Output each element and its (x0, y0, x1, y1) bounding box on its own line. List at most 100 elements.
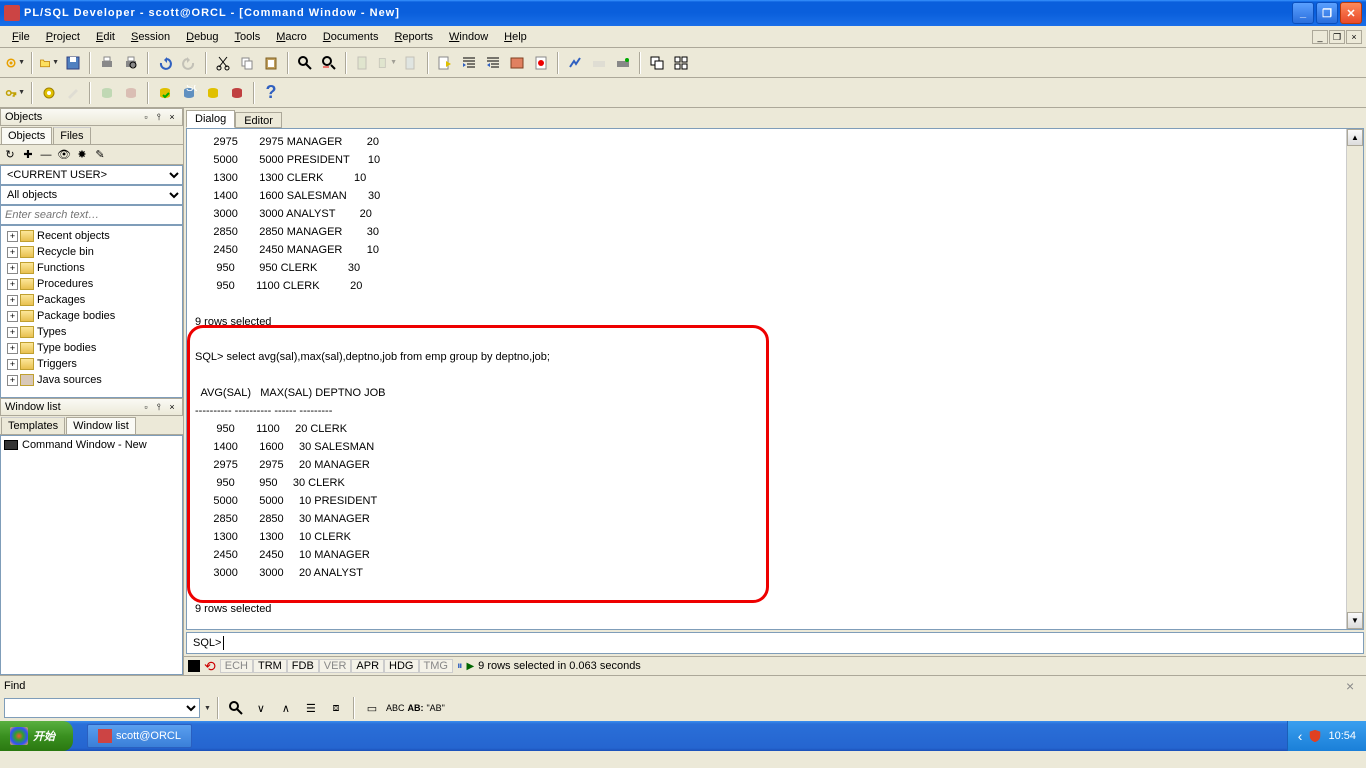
subtab-windowlist[interactable]: Window list (66, 417, 136, 434)
find-list-icon[interactable]: ☰ (300, 697, 322, 719)
findbar-close-icon[interactable]: × (1346, 678, 1362, 694)
new-icon[interactable]: ▼ (4, 52, 26, 74)
open-icon[interactable]: ▼ (38, 52, 60, 74)
tb-btn-g[interactable] (588, 52, 610, 74)
find-combo[interactable] (4, 698, 200, 718)
menu-session[interactable]: Session (123, 29, 178, 45)
sql-input[interactable] (228, 636, 1357, 651)
panel-pin-icon[interactable]: ⫯ (153, 111, 165, 123)
undo-icon[interactable] (154, 52, 176, 74)
cut-icon[interactable] (212, 52, 234, 74)
menu-help[interactable]: Help (496, 29, 535, 45)
tree-item[interactable]: +Java sources (3, 372, 180, 388)
mdi-restore[interactable]: ❐ (1329, 30, 1345, 44)
expand-icon[interactable]: + (7, 343, 18, 354)
minimize-button[interactable]: _ (1292, 2, 1314, 24)
tb-btn-d[interactable] (506, 52, 528, 74)
tree-item[interactable]: +Package bodies (3, 308, 180, 324)
tree-item[interactable]: +Procedures (3, 276, 180, 292)
pause-icon[interactable]: ⏸ (457, 660, 463, 673)
expand-icon[interactable]: + (7, 359, 18, 370)
expand-icon[interactable]: + (7, 311, 18, 322)
maximize-button[interactable]: ❐ (1316, 2, 1338, 24)
expand-icon[interactable]: + (7, 231, 18, 242)
paste-icon[interactable] (260, 52, 282, 74)
menu-documents[interactable]: Documents (315, 29, 387, 45)
taskbar-item[interactable]: scott@ORCL (87, 724, 192, 748)
tb-btn-h[interactable] (612, 52, 634, 74)
help-icon[interactable]: ? (260, 82, 282, 104)
print-icon[interactable] (96, 52, 118, 74)
find-opt1-icon[interactable]: ▭ (361, 697, 383, 719)
find-exec-icon[interactable] (225, 697, 247, 719)
status-flag-tmg[interactable]: TMG (419, 659, 453, 673)
menu-debug[interactable]: Debug (178, 29, 226, 45)
tab-dialog[interactable]: Dialog (186, 110, 235, 128)
tree-item[interactable]: +Recycle bin (3, 244, 180, 260)
copy-icon[interactable] (236, 52, 258, 74)
status-flag-fdb[interactable]: FDB (287, 659, 319, 673)
menu-macro[interactable]: Macro (268, 29, 315, 45)
find-up-icon[interactable]: ∧ (275, 697, 297, 719)
mdi-close[interactable]: × (1346, 30, 1362, 44)
sql-output[interactable]: 2975 2975 MANAGER 20 5000 5000 PRESIDENT… (186, 128, 1364, 630)
find-down-icon[interactable]: ∨ (250, 697, 272, 719)
mdi-minimize[interactable]: _ (1312, 30, 1328, 44)
tree-item[interactable]: +Triggers (3, 356, 180, 372)
add-icon[interactable]: ✚ (20, 147, 36, 163)
status-flag-apr[interactable]: APR (351, 659, 384, 673)
print-preview-icon[interactable] (120, 52, 142, 74)
search-input[interactable] (0, 205, 183, 225)
scrollbar[interactable]: ▲▼ (1346, 129, 1363, 629)
find-mark-icon[interactable]: ⧈ (325, 697, 347, 719)
panel-close-icon[interactable]: × (166, 401, 178, 413)
tray-shield-icon[interactable] (1308, 729, 1322, 743)
find-opt-ab[interactable]: AB: (407, 703, 423, 713)
tree-item[interactable]: +Functions (3, 260, 180, 276)
unindent-icon[interactable] (482, 52, 504, 74)
subtab-objects[interactable]: Objects (1, 127, 52, 144)
objects-tree[interactable]: +Recent objects+Recycle bin+Functions+Pr… (0, 225, 183, 398)
remove-icon[interactable]: — (38, 147, 54, 163)
db-icon-3[interactable] (202, 82, 224, 104)
find-opt-abc[interactable]: ABC (386, 703, 405, 713)
status-flag-trm[interactable]: TRM (253, 659, 287, 673)
tree-item[interactable]: +Packages (3, 292, 180, 308)
menu-file[interactable]: File (4, 29, 38, 45)
status-flag-ver[interactable]: VER (319, 659, 352, 673)
refresh-icon[interactable]: ↻ (2, 147, 18, 163)
save-icon[interactable] (62, 52, 84, 74)
tree-item[interactable]: +Types (3, 324, 180, 340)
subtab-files[interactable]: Files (53, 127, 90, 144)
db-icon-4[interactable] (226, 82, 248, 104)
tree-item[interactable]: +Recent objects (3, 228, 180, 244)
tb-btn-b[interactable]: ▼ (376, 52, 398, 74)
tab-editor[interactable]: Editor (235, 112, 282, 128)
commit-icon[interactable] (154, 82, 176, 104)
tb-btn-f[interactable] (564, 52, 586, 74)
rollback-icon[interactable]: SQL (178, 82, 200, 104)
system-tray[interactable]: ‹ 10:54 (1287, 721, 1366, 751)
menu-reports[interactable]: Reports (386, 29, 441, 45)
tile-icon[interactable] (670, 52, 692, 74)
db-icon-2[interactable] (120, 82, 142, 104)
winlist-item[interactable]: Command Window - New (3, 438, 180, 452)
panel-pin-icon[interactable]: ⫯ (153, 401, 165, 413)
menu-edit[interactable]: Edit (88, 29, 123, 45)
expand-icon[interactable]: + (7, 263, 18, 274)
redo-icon[interactable] (178, 52, 200, 74)
panel-close-icon[interactable]: × (166, 111, 178, 123)
subtab-templates[interactable]: Templates (1, 417, 65, 434)
start-button[interactable]: 开始 (0, 721, 73, 751)
gear-icon[interactable] (38, 82, 60, 104)
expand-icon[interactable]: + (7, 327, 18, 338)
filter-icon[interactable]: ✸ (74, 147, 90, 163)
expand-icon[interactable]: + (7, 279, 18, 290)
panel-auto-hide-icon[interactable]: ▫ (140, 401, 152, 413)
menu-tools[interactable]: Tools (227, 29, 269, 45)
user-combo[interactable]: <CURRENT USER> (0, 165, 183, 185)
expand-icon[interactable]: + (7, 295, 18, 306)
db-icon-1[interactable] (96, 82, 118, 104)
menu-window[interactable]: Window (441, 29, 496, 45)
cascade-icon[interactable] (646, 52, 668, 74)
